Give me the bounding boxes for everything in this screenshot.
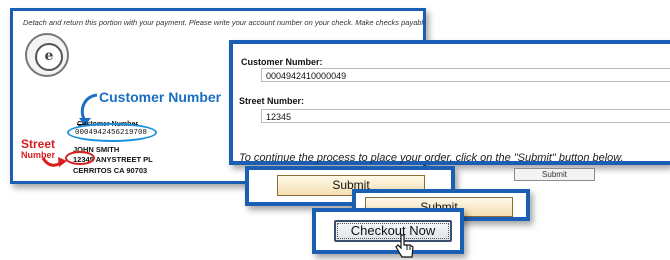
seal-glyph: e	[44, 48, 54, 64]
street-arrow-icon	[41, 157, 67, 167]
customer-number-label: Customer Number:	[241, 57, 323, 67]
street-callout-line1: Street	[21, 137, 56, 151]
street-number-input[interactable]: 12345	[261, 109, 670, 123]
street-number-highlight	[65, 151, 95, 165]
customer-number-input[interactable]: 0004942410000049	[261, 68, 670, 82]
submit-instruction: To continue the process to place your or…	[239, 152, 624, 164]
bill-street-name: ANYSTREET PL	[93, 155, 153, 164]
customer-number-callout: Customer Number	[99, 89, 222, 105]
street-number-label: Street Number:	[239, 96, 305, 106]
bill-instructions: Detach and return this portion with your…	[23, 18, 426, 27]
hand-cursor-icon	[395, 234, 414, 258]
company-seal-icon: e	[25, 33, 69, 77]
bill-city-line: CERRITOS CA 90703	[73, 166, 148, 175]
order-form-panel: Customer Number: 0004942410000049 Street…	[229, 40, 670, 181]
checkout-popup: Checkout Now	[312, 208, 464, 258]
checkout-now-button[interactable]: Checkout Now	[334, 220, 452, 242]
submit-button-small[interactable]: Submit	[514, 168, 595, 181]
customer-number-highlight	[67, 123, 157, 142]
